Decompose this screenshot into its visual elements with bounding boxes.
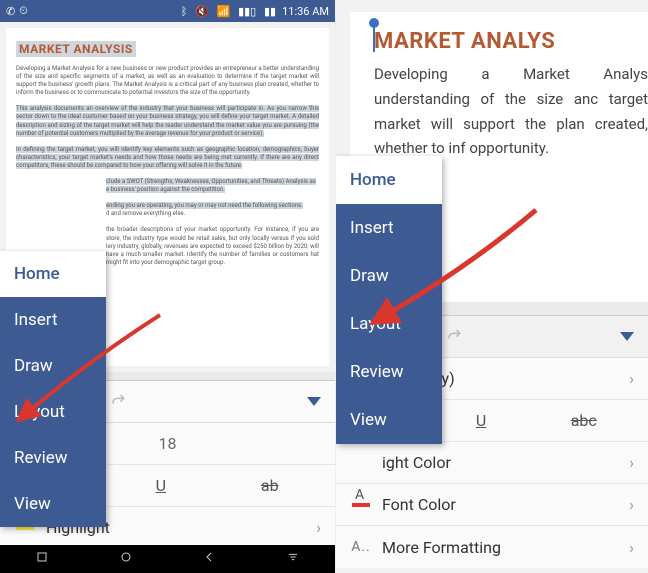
chevron-right-icon: › xyxy=(316,518,321,537)
chevron-right-icon: › xyxy=(629,538,634,557)
strikethrough-button[interactable]: abc xyxy=(571,411,597,430)
highlight-row[interactable]: ight Color › xyxy=(336,442,648,484)
tab-menu: Home Insert Draw Layout Review View xyxy=(336,156,442,444)
left-screenshot: ✆ ⏲ ᛒ 🔇 📶 ▮▮▯ ▮▮ 11:36 AM MARKET ANALYSI… xyxy=(0,0,336,573)
android-navbar xyxy=(0,545,335,573)
chevron-right-icon: › xyxy=(629,369,634,388)
highlight-label: ight Color xyxy=(382,453,451,472)
phone-icon: ✆ xyxy=(6,5,15,18)
redo-icon[interactable] xyxy=(108,390,128,414)
doc-heading: MARKET ANALYS xyxy=(374,30,648,54)
tab-home[interactable]: Home xyxy=(0,251,106,297)
more-formatting-label: More Formatting xyxy=(382,538,501,557)
doc-para: ending you are operating, you may or may… xyxy=(16,202,319,218)
doc-heading: MARKET ANALYSIS xyxy=(16,41,136,57)
bell-icon: ⏲ xyxy=(19,4,28,18)
chevron-right-icon: › xyxy=(629,495,634,514)
tab-review[interactable]: Review xyxy=(336,348,442,396)
tab-view[interactable]: View xyxy=(336,396,442,444)
status-bar: ✆ ⏲ ᛒ 🔇 📶 ▮▮▯ ▮▮ 11:36 AM xyxy=(0,0,335,22)
bluetooth-icon: ᛒ xyxy=(181,5,188,18)
underline-button[interactable]: U xyxy=(156,476,166,495)
more-formatting-icon xyxy=(350,539,372,555)
doc-para: clude a SWOT (Strengths, Weaknesses, Opp… xyxy=(16,178,319,194)
font-color-row[interactable]: Font Color › xyxy=(336,484,648,526)
strikethrough-button[interactable]: ab xyxy=(261,476,279,495)
menu-icon[interactable] xyxy=(285,549,301,569)
tab-draw[interactable]: Draw xyxy=(336,252,442,300)
doc-para: Developing a Market Analys understanding… xyxy=(374,62,648,161)
doc-para: This analysis documents an overview of t… xyxy=(16,105,319,137)
redo-icon[interactable] xyxy=(444,325,464,349)
more-formatting-row[interactable]: More Formatting › xyxy=(336,526,648,568)
tab-layout[interactable]: Layout xyxy=(336,300,442,348)
battery-icon: ▮▮ xyxy=(264,5,276,18)
collapse-caret-icon[interactable] xyxy=(620,332,634,341)
tab-draw[interactable]: Draw xyxy=(0,343,106,389)
mute-icon: 🔇 xyxy=(195,5,209,18)
doc-para: In defining the target market, you will … xyxy=(16,146,319,170)
chevron-right-icon: › xyxy=(629,453,634,472)
tab-review[interactable]: Review xyxy=(0,435,106,481)
font-color-label: Font Color xyxy=(382,495,456,514)
clock: 11:36 AM xyxy=(282,5,329,18)
back-icon[interactable] xyxy=(201,549,217,569)
tab-view[interactable]: View xyxy=(0,481,106,527)
tab-home[interactable]: Home xyxy=(336,156,442,204)
doc-para: Developing a Market Analysis for a new b… xyxy=(16,65,319,97)
recent-apps-icon[interactable] xyxy=(34,549,50,569)
signal-icon: ▮▮▯ xyxy=(238,5,256,18)
status-icons: ᛒ 🔇 📶 ▮▮▯ ▮▮ xyxy=(176,5,276,18)
tab-menu: Home Insert Draw Layout Review View xyxy=(0,251,106,527)
font-size-value: 18 xyxy=(159,434,177,453)
font-color-icon xyxy=(350,503,372,507)
underline-button[interactable]: U xyxy=(476,411,486,430)
tab-layout[interactable]: Layout xyxy=(0,389,106,435)
home-icon[interactable] xyxy=(118,549,134,569)
tab-insert[interactable]: Insert xyxy=(0,297,106,343)
tab-insert[interactable]: Insert xyxy=(336,204,442,252)
collapse-caret-icon[interactable] xyxy=(307,397,321,406)
wifi-icon: 📶 xyxy=(217,5,231,18)
right-screenshot: MARKET ANALYS Developing a Market Analys… xyxy=(336,0,648,573)
